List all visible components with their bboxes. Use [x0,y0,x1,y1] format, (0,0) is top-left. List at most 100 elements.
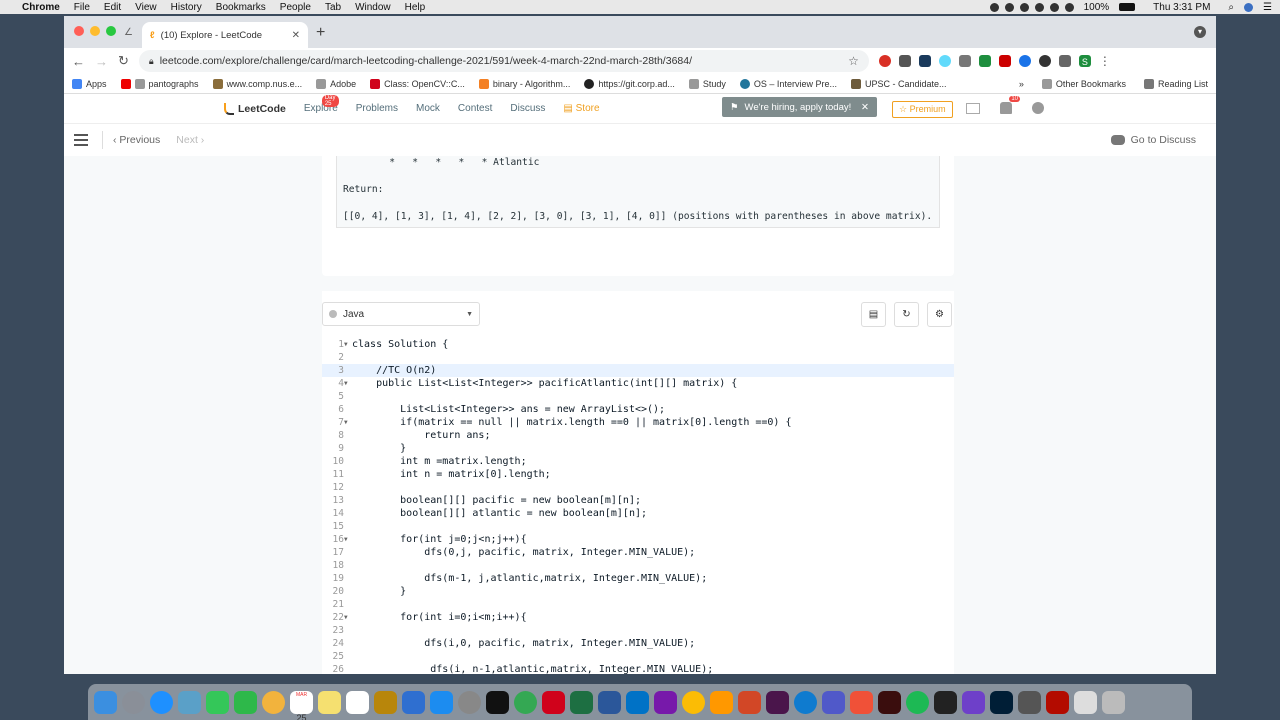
code-line[interactable]: 5 [322,390,954,403]
pinned-tab-icon[interactable]: ∠ [124,27,133,38]
user-account-icon[interactable] [1244,2,1254,12]
code-line[interactable]: 12 [322,481,954,494]
nav-explore[interactable]: Explore Day 25 [304,95,339,114]
bookmark-apps[interactable]: Apps [72,78,107,89]
nav-contest[interactable]: Contest [458,103,492,114]
extensions-puzzle-icon[interactable] [1058,55,1071,67]
code-area[interactable]: 1 ▼ class Solution {2 3 //TC O(n2) 4 ▼ public… [322,338,954,674]
premium-button[interactable]: ☆ Premium [892,101,953,118]
code-line[interactable]: 21 [322,598,954,611]
window-minimize-button[interactable] [90,26,100,36]
bookmark-nus[interactable]: www.comp.nus.e... [212,78,302,89]
bookmark-opencv[interactable]: Class: OpenCV::C... [370,78,465,89]
nav-problems[interactable]: Problems [356,103,398,114]
window-close-button[interactable] [74,26,84,36]
code-line[interactable]: 2 [322,351,954,364]
bookmark-os-interview[interactable]: OS – Interview Pre... [739,78,837,89]
code-line[interactable]: 3 //TC O(n2) [322,364,954,377]
code-line[interactable]: 4 ▼ public List<List<Integer>> pacificAtl… [322,377,954,390]
menu-window[interactable]: Window [355,2,391,13]
code-line[interactable]: 14 boolean[][] atlantic = new boolean[m]… [322,507,954,520]
spotify-icon[interactable] [906,690,929,714]
fold-toggle-icon[interactable]: ▼ [344,611,348,624]
tray-bluetooth-icon[interactable] [1049,2,1059,12]
reload-button[interactable]: ↻ [118,53,129,69]
go-to-discuss-link[interactable]: Go to Discuss [1110,134,1196,146]
slack-icon[interactable] [766,690,789,714]
terminal-red-icon[interactable] [878,690,901,714]
mission-control-icon[interactable] [178,690,201,714]
leetcode-logo[interactable]: LeetCode [224,102,286,115]
code-line[interactable]: 18 [322,559,954,572]
launchpad-icon[interactable] [122,690,145,714]
chrome-dock-icon[interactable] [514,690,537,714]
bookmark-upsc[interactable]: UPSC - Candidate... [850,78,947,89]
chrome-menu-icon[interactable]: ⋮ [1099,54,1111,68]
notification-bell-icon[interactable]: 10 [1000,96,1020,114]
word-icon[interactable] [598,690,621,714]
next-button[interactable]: Next › [176,134,204,146]
code-line[interactable]: 9 } [322,442,954,455]
fold-toggle-icon[interactable]: ▼ [344,533,348,546]
menu-help[interactable]: Help [405,2,426,13]
acrobat-icon[interactable] [542,690,565,714]
forward-button[interactable]: → [95,54,108,69]
nav-mock[interactable]: Mock [416,103,440,114]
tab-leetcode[interactable]: ℓ (10) Explore - LeetCode ✕ [142,22,308,48]
code-line[interactable]: 8 return ans; [322,429,954,442]
address-bar[interactable]: 🔒︎ leetcode.com/explore/challenge/card/m… [138,50,869,72]
code-line[interactable]: 17 dfs(0,j, pacific, matrix, Integer.MIN… [322,546,954,559]
code-line[interactable]: 25 [322,650,954,663]
code-line[interactable]: 11 int n = matrix[0].length; [322,468,954,481]
bookmarks-overflow-button[interactable]: » [1019,79,1024,89]
code-line[interactable]: 22 ▼ for(int i=0;i<m;i++){ [322,611,954,624]
extension-shield-icon[interactable] [978,55,991,67]
other-bookmarks[interactable]: Other Bookmarks [1041,78,1126,89]
extension-block-icon[interactable] [1038,55,1051,67]
menu-history[interactable]: History [171,2,202,13]
menu-people[interactable]: People [280,2,311,13]
code-line[interactable]: 26 dfs(i, n-1,atlantic,matrix, Integer.M… [322,663,954,674]
hiring-close-icon[interactable]: ✕ [861,102,869,113]
facetime-icon[interactable] [234,690,257,714]
menu-app-name[interactable]: Chrome [22,2,60,13]
fold-toggle-icon[interactable]: ▼ [344,416,348,429]
notes-app-icon[interactable] [318,690,341,714]
system-preferences-icon[interactable] [458,690,481,714]
extension-screen-icon[interactable] [958,55,971,67]
code-line[interactable]: 19 dfs(m-1, j,atlantic,matrix, Integer.M… [322,572,954,585]
bookmark-git[interactable]: https://git.corp.ad... [584,78,675,89]
code-line[interactable]: 15 [322,520,954,533]
tray-record-icon[interactable] [989,2,999,12]
window-zoom-button[interactable] [106,26,116,36]
screenshot-icon[interactable] [1018,690,1041,714]
fold-toggle-icon[interactable]: ▼ [344,338,348,351]
reminders-icon[interactable] [346,690,369,714]
excel-icon[interactable] [570,690,593,714]
menu-hamburger-icon[interactable] [74,134,88,146]
playground-icon[interactable] [966,102,980,114]
tab-close-icon[interactable]: ✕ [292,30,300,41]
edge-icon[interactable] [794,690,817,714]
tray-app-icon[interactable] [1004,2,1014,12]
finder-icon[interactable] [94,690,117,714]
battery-icon[interactable] [1119,3,1136,11]
intellij-icon[interactable] [486,690,509,714]
control-center-icon[interactable]: ☰ [1263,2,1272,13]
hiring-banner[interactable]: ⚑ We're hiring, apply today! ✕ [722,97,877,117]
spotlight-search-icon[interactable]: ⌕ [1228,2,1234,13]
previous-button[interactable]: ‹ Previous [113,134,160,146]
bookmark-star-icon[interactable]: ☆ [848,54,859,68]
language-select[interactable]: Java ▼ [322,302,480,326]
extension-youtube-icon[interactable] [998,55,1011,67]
reading-list[interactable]: Reading List [1143,78,1208,89]
onenote-icon[interactable] [654,690,677,714]
extension-adblock-icon[interactable] [878,55,891,67]
code-line[interactable]: 1 ▼ class Solution { [322,338,954,351]
new-tab-button[interactable]: + [316,24,325,42]
code-line[interactable]: 23 [322,624,954,637]
extension-react-icon[interactable] [938,55,951,67]
tray-timer-icon[interactable] [1034,2,1044,12]
calendar-icon[interactable]: MAR 25 [290,690,313,720]
code-line[interactable]: 16 ▼ for(int j=0;j<n;j++){ [322,533,954,546]
